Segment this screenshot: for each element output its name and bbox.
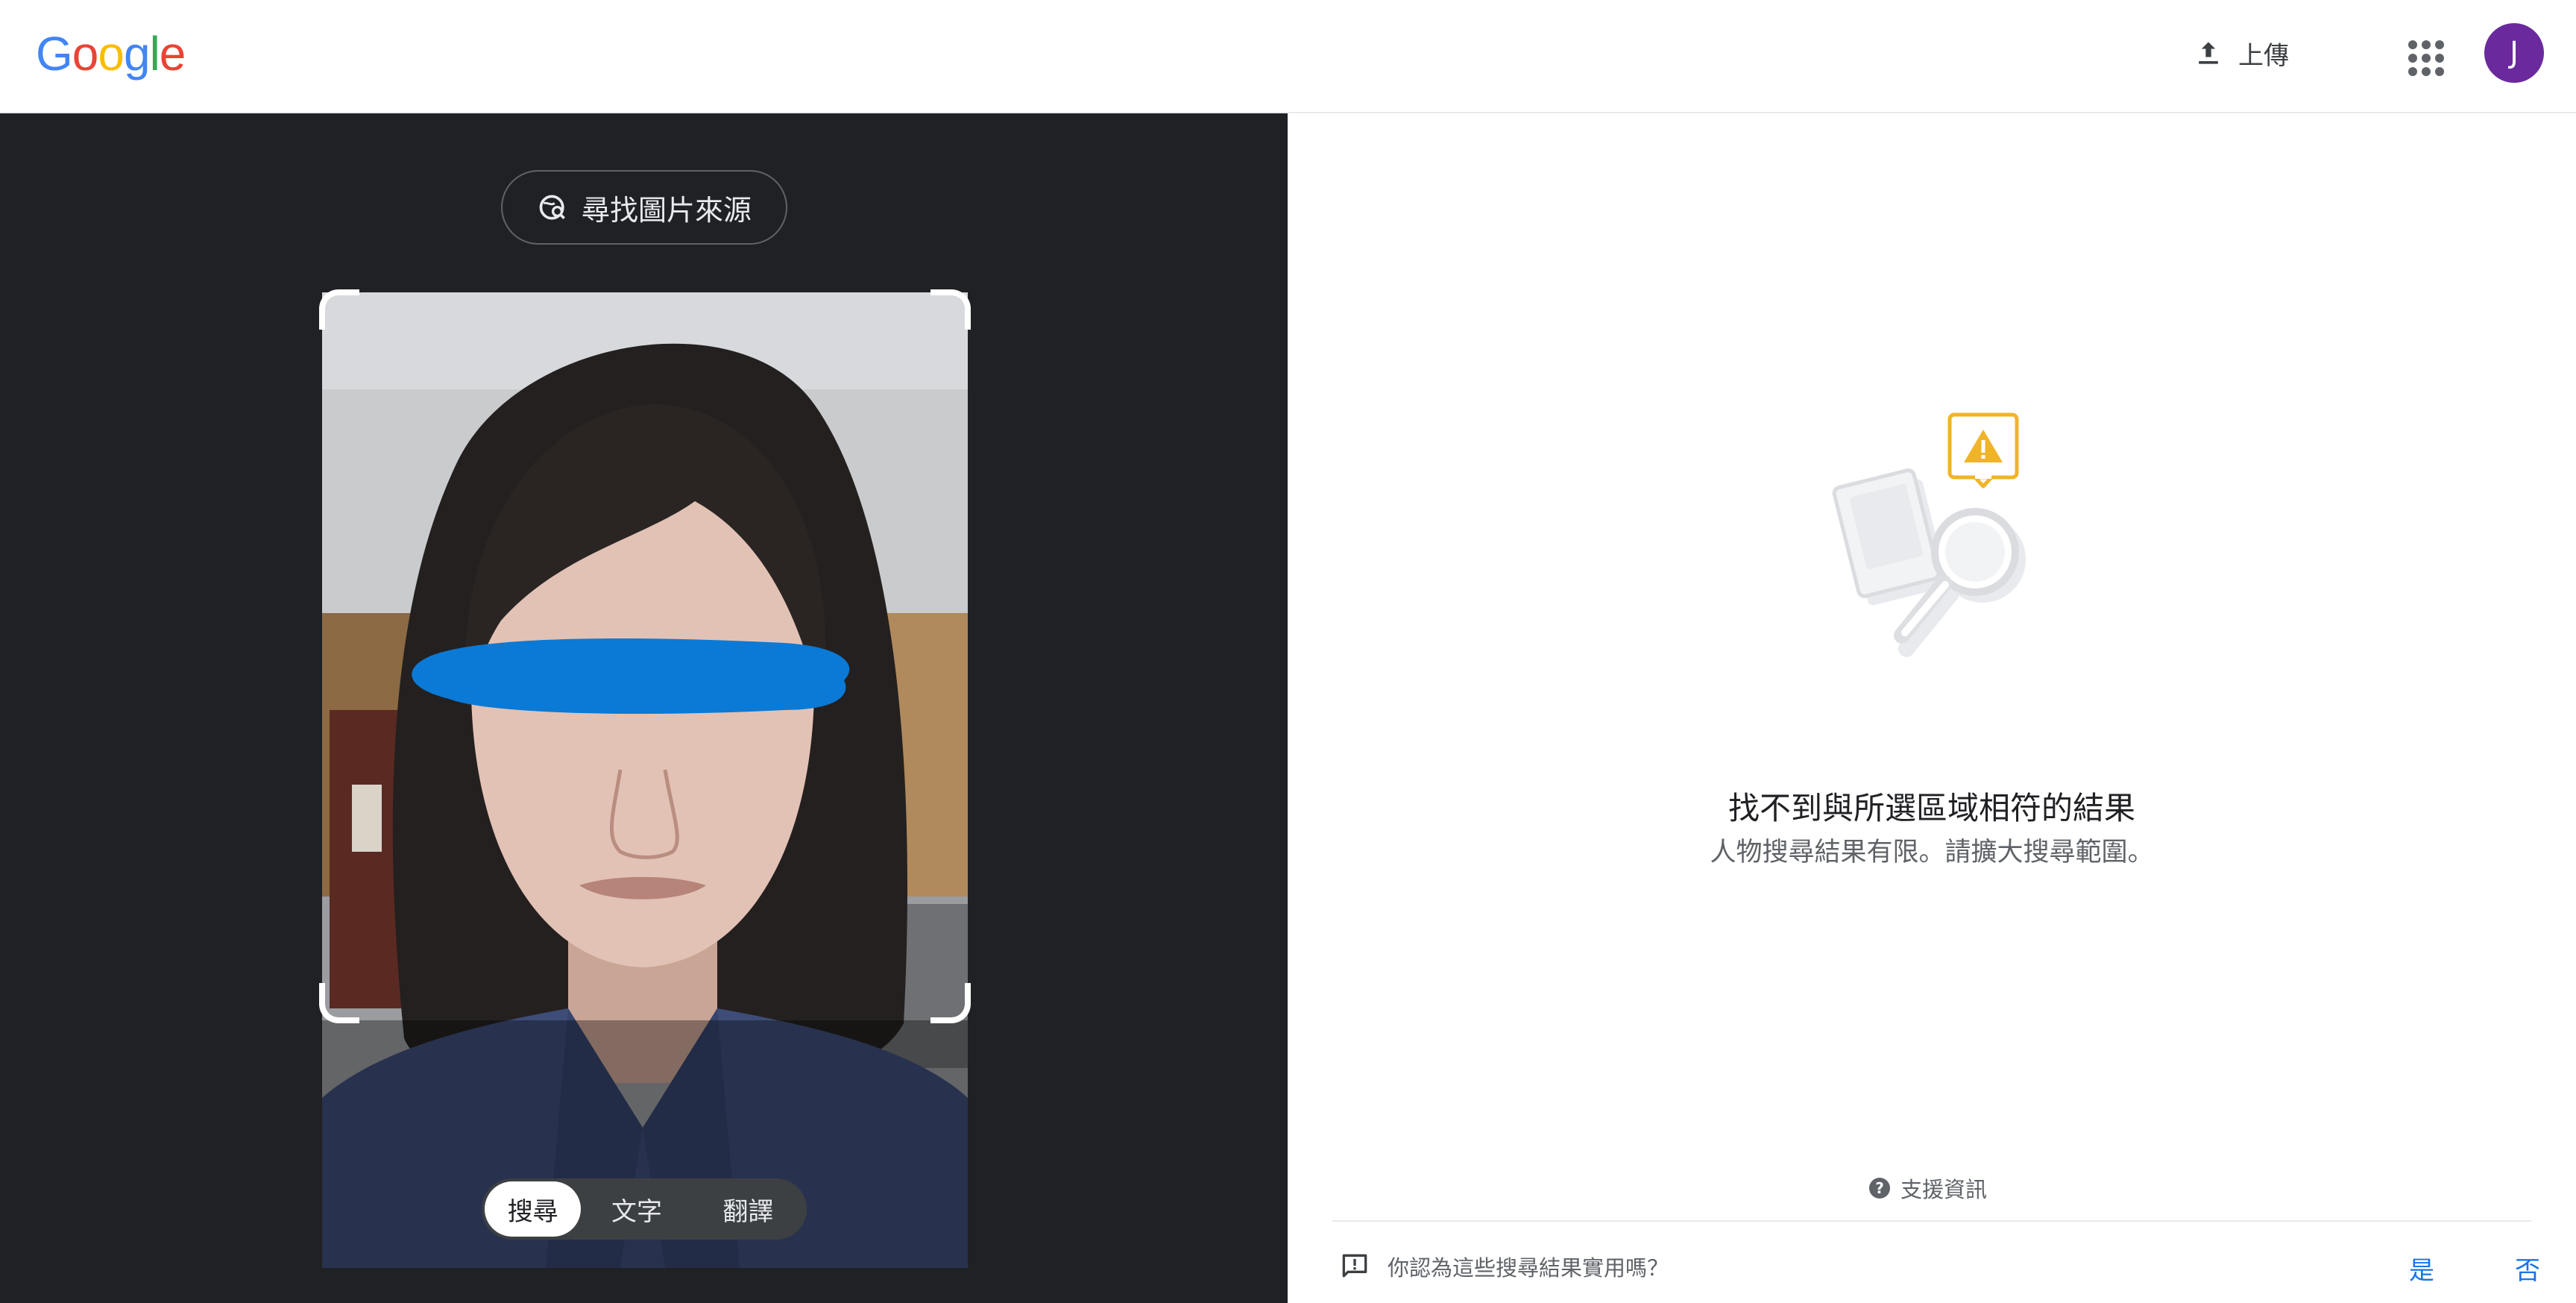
avatar-letter: J	[2510, 36, 2519, 70]
tab-translate[interactable]: 翻譯	[693, 1181, 804, 1237]
upload-label: 上傳	[2238, 40, 2289, 71]
feedback-question: 你認為這些搜尋結果實用嗎？	[1388, 1255, 1669, 1281]
image-search-icon	[539, 195, 565, 220]
find-source-label: 尋找圖片來源	[581, 193, 752, 227]
crop-handle-top-left[interactable]	[319, 289, 359, 330]
top-header: Google 上傳 J	[0, 0, 2576, 113]
tab-search[interactable]: 搜尋	[485, 1181, 582, 1237]
upload-button[interactable]: 上傳	[2192, 28, 2326, 78]
divider	[1332, 1220, 2531, 1222]
google-logo[interactable]: Google	[36, 25, 186, 82]
account-avatar[interactable]: J	[2484, 23, 2544, 83]
lens-mode-tabs: 搜尋 文字 翻譯	[482, 1178, 807, 1240]
feedback-yes-button[interactable]: 是	[2409, 1250, 2434, 1287]
feedback-bar: 你認為這些搜尋結果實用嗎？ 是 否	[1338, 1246, 2540, 1287]
feedback-no-button[interactable]: 否	[2515, 1250, 2540, 1287]
crop-handle-top-right[interactable]	[930, 289, 971, 330]
uploaded-photo[interactable]	[322, 292, 968, 1268]
apps-grid-icon[interactable]	[2402, 34, 2444, 76]
no-results-subtitle: 人物搜尋結果有限。請擴大搜尋範圍。	[1710, 838, 2154, 867]
support-info-link[interactable]: ? 支援資訊	[1869, 1172, 1987, 1204]
image-preview-panel: 尋找圖片來源 搜尋 文字 翻譯	[0, 113, 1288, 1303]
crop-handle-bottom-left[interactable]	[319, 983, 359, 1023]
results-panel: 找不到與所選區域相符的結果 人物搜尋結果有限。請擴大搜尋範圍。 ? 支援資訊 你…	[1288, 113, 2576, 1303]
tab-text[interactable]: 文字	[581, 1181, 692, 1237]
find-image-source-button[interactable]: 尋找圖片來源	[501, 170, 787, 245]
no-results-title: 找不到與所選區域相符的結果	[1728, 790, 2135, 826]
upload-icon	[2199, 42, 2218, 64]
support-info-label: 支援資訊	[1900, 1177, 1988, 1202]
no-results-illustration	[1832, 412, 2026, 657]
crop-handle-bottom-right[interactable]	[930, 983, 971, 1023]
feedback-icon[interactable]	[1338, 1250, 1371, 1283]
help-circle-icon: ?	[1869, 1178, 1890, 1199]
